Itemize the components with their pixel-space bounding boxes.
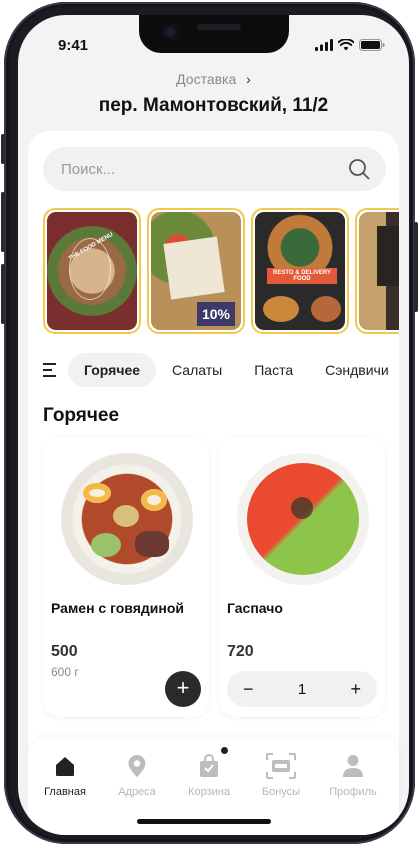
product-name: Гаспачо xyxy=(227,600,283,616)
notch xyxy=(139,15,289,53)
wifi-icon xyxy=(338,39,354,51)
product-name: Рамен с говядиной xyxy=(51,600,184,616)
tab-home[interactable]: Главная xyxy=(30,753,100,798)
story-card-2[interactable]: 10% xyxy=(147,208,245,334)
quantity-value: 1 xyxy=(297,680,307,698)
story-image-2: 10% xyxy=(151,212,241,330)
main-content: THE FOOD MENU 10% RESTO & DELIVERY FOOD xyxy=(28,131,399,831)
tab-addresses[interactable]: Адреса xyxy=(102,753,172,798)
story-card-1[interactable]: THE FOOD MENU xyxy=(43,208,141,334)
status-time: 9:41 xyxy=(58,37,89,54)
add-to-cart-button[interactable]: + xyxy=(165,671,201,707)
phone-frame: 9:41 Доставка › пер. Мамонтовский, 11/2 xyxy=(1,2,418,844)
category-hot[interactable]: Горячее xyxy=(68,353,157,387)
category-sandwiches[interactable]: Сэндвичи xyxy=(309,353,399,387)
product-weight: 600 г xyxy=(51,665,79,679)
decrease-button[interactable]: − xyxy=(243,679,254,700)
tab-bonuses[interactable]: Бонусы xyxy=(246,753,316,798)
category-tabs: Горячее Салаты Паста Сэндвичи xyxy=(43,353,399,387)
story-card-4[interactable] xyxy=(355,208,399,334)
story-image-3: RESTO & DELIVERY FOOD xyxy=(255,212,345,330)
tab-label: Корзина xyxy=(188,786,230,798)
speaker-grille xyxy=(197,24,241,30)
tab-label: Профиль xyxy=(329,786,377,798)
story-text-2: 10% xyxy=(197,302,235,326)
side-button-volume-down xyxy=(1,264,5,324)
tab-label: Главная xyxy=(44,786,86,798)
product-price: 500 xyxy=(51,643,78,660)
battery-icon xyxy=(359,39,385,51)
category-salads[interactable]: Салаты xyxy=(156,353,238,387)
status-icons xyxy=(315,39,385,51)
side-button-power xyxy=(414,222,418,312)
story-image-4 xyxy=(359,212,399,330)
story-card-3[interactable]: RESTO & DELIVERY FOOD xyxy=(251,208,349,334)
product-image-gazpacho xyxy=(237,453,369,585)
signal-icon xyxy=(315,39,333,51)
home-icon xyxy=(30,753,100,779)
profile-icon xyxy=(318,753,388,779)
product-card-ramen[interactable]: Рамен с говядиной 500 600 г + xyxy=(43,437,209,717)
product-card-gazpacho[interactable]: Гаспачо 720 − 1 + xyxy=(219,437,385,717)
story-image-1: THE FOOD MENU xyxy=(47,212,137,330)
quantity-stepper: − 1 + xyxy=(227,671,377,707)
chevron-right-icon: › xyxy=(246,71,251,87)
category-pasta[interactable]: Паста xyxy=(238,353,309,387)
camera-icon xyxy=(161,23,179,41)
screen: 9:41 Доставка › пер. Мамонтовский, 11/2 xyxy=(18,15,409,835)
cart-badge-dot xyxy=(221,747,228,754)
cart-bag-icon xyxy=(174,747,244,779)
location-pin-icon xyxy=(102,753,172,779)
increase-button[interactable]: + xyxy=(350,679,361,700)
menu-lines-icon[interactable] xyxy=(43,363,56,377)
delivery-label: Доставка xyxy=(176,71,237,87)
tab-label: Адреса xyxy=(118,786,156,798)
tab-cart[interactable]: Корзина xyxy=(174,747,244,798)
stories-carousel: THE FOOD MENU 10% RESTO & DELIVERY FOOD xyxy=(43,208,399,334)
bonus-card-icon xyxy=(246,753,316,779)
product-image-ramen xyxy=(61,453,193,585)
tab-label: Бонусы xyxy=(261,786,301,798)
home-indicator[interactable] xyxy=(137,819,271,824)
search-icon[interactable] xyxy=(348,158,370,185)
search-input[interactable] xyxy=(61,147,331,191)
product-price: 720 xyxy=(227,643,254,660)
delivery-selector[interactable]: Доставка › xyxy=(18,71,409,87)
side-button-volume-up xyxy=(1,192,5,252)
section-title: Горячее xyxy=(43,405,120,426)
story-text-3: RESTO & DELIVERY FOOD xyxy=(267,268,337,284)
side-button-silent xyxy=(1,134,5,164)
tab-profile[interactable]: Профиль xyxy=(318,753,388,798)
delivery-address[interactable]: пер. Мамонтовский, 11/2 xyxy=(18,95,409,117)
search-bar xyxy=(43,147,386,191)
